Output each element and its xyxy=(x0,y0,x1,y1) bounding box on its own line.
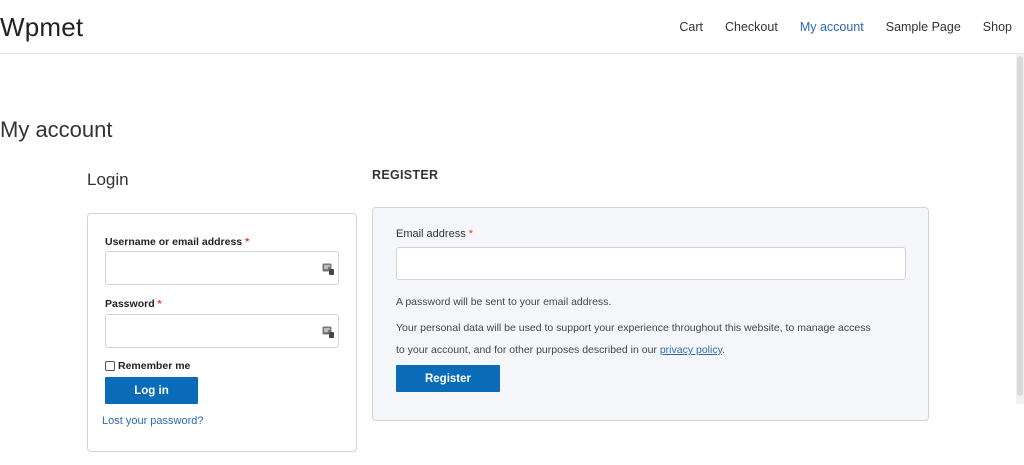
required-mark: * xyxy=(245,236,250,248)
email-label: Email address * xyxy=(396,228,474,240)
privacy-notice: Your personal data will be used to suppo… xyxy=(396,322,871,356)
password-input[interactable] xyxy=(105,314,339,348)
nav-sample-page[interactable]: Sample Page xyxy=(886,20,961,34)
username-input[interactable] xyxy=(105,251,339,285)
register-button[interactable]: Register xyxy=(396,365,500,392)
nav-my-account[interactable]: My account xyxy=(800,20,864,34)
nav-cart[interactable]: Cart xyxy=(679,20,703,34)
site-title[interactable]: Wpmet xyxy=(0,12,83,43)
login-button[interactable]: Log in xyxy=(105,377,198,404)
nav-checkout[interactable]: Checkout xyxy=(725,20,778,34)
privacy-policy-link[interactable]: privacy policy xyxy=(660,344,722,356)
page-title: My account xyxy=(0,117,113,142)
register-form: Email address * A password will be sent … xyxy=(372,207,929,421)
scrollbar-thumb[interactable] xyxy=(1017,56,1023,396)
page-scrollbar[interactable] xyxy=(1016,54,1024,404)
site-header: Wpmet Cart Checkout My account Sample Pa… xyxy=(0,0,1024,54)
password-label: Password * xyxy=(105,298,162,310)
password-note: A password will be sent to your email ad… xyxy=(396,296,612,308)
remember-me-checkbox[interactable] xyxy=(105,361,115,371)
lost-password-link[interactable]: Lost your password? xyxy=(102,415,204,427)
login-heading: Login xyxy=(87,170,129,189)
password-manager-icon[interactable] xyxy=(322,263,334,275)
register-heading: REGISTER xyxy=(372,168,439,182)
email-input[interactable] xyxy=(396,247,906,280)
required-mark: * xyxy=(468,228,474,240)
required-mark: * xyxy=(157,298,162,310)
password-manager-icon[interactable] xyxy=(322,326,334,338)
nav-shop[interactable]: Shop xyxy=(983,20,1012,34)
login-form: Username or email address * Password * R… xyxy=(87,213,357,452)
primary-nav: Cart Checkout My account Sample Page Sho… xyxy=(657,20,1012,34)
username-label: Username or email address * xyxy=(105,236,250,248)
remember-me[interactable]: Remember me xyxy=(105,360,190,372)
